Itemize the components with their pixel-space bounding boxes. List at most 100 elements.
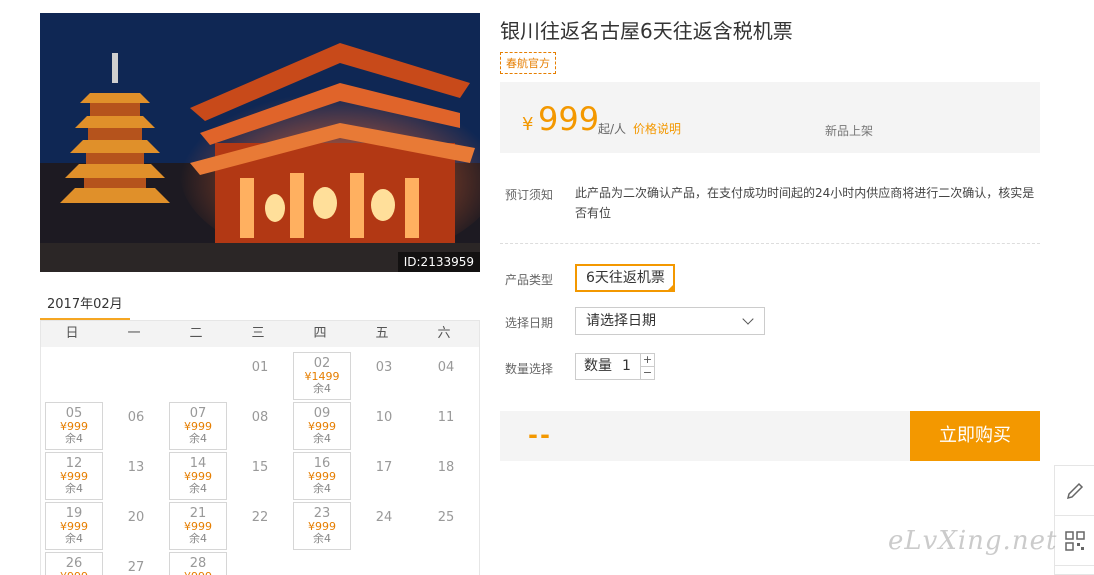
calendar-day: 08	[231, 402, 289, 450]
calendar: 日一二三四五六 01 02 ¥1499 余4 03 04 05 ¥999 余4 06 07 ¥999 余…	[40, 320, 480, 575]
quantity-value[interactable]: 1	[622, 354, 631, 379]
chevron-down-icon	[742, 313, 754, 325]
calendar-day-number: 08	[251, 410, 269, 425]
product-image: ID:2133959	[40, 13, 480, 272]
price-box: ¥ 999 起/人 价格说明 新品上架	[500, 82, 1040, 153]
calendar-day: 17	[355, 452, 413, 500]
calendar-day: 13	[107, 452, 165, 500]
calendar-day-number: 12	[65, 456, 83, 471]
calendar-day: 20	[107, 502, 165, 550]
notice-text: 此产品为二次确认产品，在支付成功时间起的24小时内供应商将进行二次确认，核实是否…	[575, 186, 1035, 220]
calendar-day-available[interactable]: 07 ¥999 余4	[169, 402, 227, 450]
calendar-day-number: 16	[313, 456, 331, 471]
calendar-day-number: 21	[189, 506, 207, 521]
calendar-month-tab[interactable]: 2017年02月	[40, 293, 130, 321]
watermark: eLvXing.net	[888, 526, 1058, 556]
calendar-day-available[interactable]: 12 ¥999 余4	[45, 452, 103, 500]
calendar-day-available[interactable]: 21 ¥999 余4	[169, 502, 227, 550]
calendar-day-remaining: 余4	[65, 532, 83, 545]
calendar-day-number: 15	[251, 460, 269, 475]
calendar-day-available[interactable]: 26¥999余4	[45, 552, 103, 575]
total-bar: --	[500, 411, 910, 461]
calendar-day-number: 18	[437, 460, 455, 475]
price-explain-link[interactable]: 价格说明	[633, 120, 681, 137]
product-type-label: 产品类型	[505, 273, 554, 287]
product-type-value: 6天往返机票	[586, 270, 665, 286]
calendar-day-available[interactable]: 23 ¥999 余4	[293, 502, 351, 550]
buy-now-button[interactable]: 立即购买	[910, 411, 1040, 461]
price-currency: ¥	[522, 114, 534, 135]
calendar-day-number: 13	[127, 460, 145, 475]
calendar-day-number: 14	[189, 456, 207, 471]
calendar-day-number: 04	[437, 360, 455, 375]
calendar-day-number: 01	[251, 360, 269, 375]
calendar-day-remaining: 余4	[313, 382, 331, 395]
selected-tick-icon	[666, 283, 675, 292]
calendar-day-number: 20	[127, 510, 145, 525]
product-type-option[interactable]: 6天往返机票	[575, 264, 675, 292]
side-toolbar	[1054, 465, 1094, 575]
qrcode-icon	[1064, 530, 1085, 551]
calendar-day-remaining: 余4	[313, 432, 331, 445]
weekday-header: 四	[313, 326, 327, 341]
calendar-day-number: 19	[65, 506, 83, 521]
weekday-header: 五	[375, 326, 389, 341]
calendar-day: 25	[417, 502, 475, 550]
calendar-day-number: 07	[189, 406, 207, 421]
calendar-day-remaining: 余4	[313, 482, 331, 495]
image-id-label: ID:2133959	[397, 252, 480, 272]
weekday-header: 二	[189, 326, 203, 341]
price-amount: 999	[538, 100, 600, 138]
calendar-day: 06	[107, 402, 165, 450]
quantity-label: 数量选择	[505, 362, 554, 376]
qrcode-button[interactable]	[1055, 516, 1094, 566]
calendar-day: 24	[355, 502, 413, 550]
total-price: --	[528, 421, 552, 449]
calendar-day-price: ¥999	[170, 571, 226, 575]
quantity-inner-label: 数量	[584, 358, 612, 374]
divider	[500, 243, 1040, 244]
calendar-day-number: 28	[189, 556, 207, 571]
date-select[interactable]: 请选择日期	[575, 307, 765, 335]
calendar-day-number: 27	[127, 560, 145, 575]
calendar-day-price: ¥999	[46, 571, 102, 575]
calendar-day-available[interactable]: 19 ¥999 余4	[45, 502, 103, 550]
calendar-day: 11	[417, 402, 475, 450]
calendar-day-available[interactable]: 02 ¥1499 余4	[293, 352, 351, 400]
product-title: 银川往返名古屋6天往返含税机票	[500, 19, 793, 43]
weekday-header: 六	[437, 326, 451, 341]
feedback-button[interactable]	[1055, 466, 1094, 516]
quantity-minus-button[interactable]: −	[640, 367, 654, 380]
calendar-day-number: 22	[251, 510, 269, 525]
calendar-day-number: 26	[65, 556, 83, 571]
calendar-day-available[interactable]: 16 ¥999 余4	[293, 452, 351, 500]
notice-label: 预订须知	[505, 188, 554, 202]
calendar-day: 10	[355, 402, 413, 450]
calendar-day-remaining: 余4	[313, 532, 331, 545]
calendar-day-number: 24	[375, 510, 393, 525]
temple-photo	[40, 13, 480, 272]
calendar-day: 22	[231, 502, 289, 550]
calendar-day: 27	[107, 552, 165, 575]
calendar-day-number: 11	[437, 410, 455, 425]
calendar-day-number: 23	[313, 506, 331, 521]
calendar-day-number: 06	[127, 410, 145, 425]
weekday-header: 三	[251, 326, 265, 341]
calendar-day-remaining: 余4	[65, 482, 83, 495]
pencil-icon	[1066, 482, 1083, 499]
calendar-day-remaining: 余4	[189, 482, 207, 495]
weekday-header: 日	[65, 326, 79, 341]
calendar-day-remaining: 余4	[189, 432, 207, 445]
calendar-day: 18	[417, 452, 475, 500]
calendar-day-remaining: 余4	[65, 432, 83, 445]
calendar-day-remaining: 余4	[189, 532, 207, 545]
calendar-day-available[interactable]: 09 ¥999 余4	[293, 402, 351, 450]
official-badge: 春航官方	[500, 52, 556, 74]
calendar-day-available[interactable]: 05 ¥999 余4	[45, 402, 103, 450]
quantity-stepper: 数量 1 + −	[575, 353, 655, 380]
calendar-day-number: 17	[375, 460, 393, 475]
calendar-day-available[interactable]: 14 ¥999 余4	[169, 452, 227, 500]
date-label: 选择日期	[505, 316, 554, 330]
calendar-weekday-header: 日一二三四五六	[41, 321, 479, 347]
calendar-day-available[interactable]: 28¥999余4	[169, 552, 227, 575]
